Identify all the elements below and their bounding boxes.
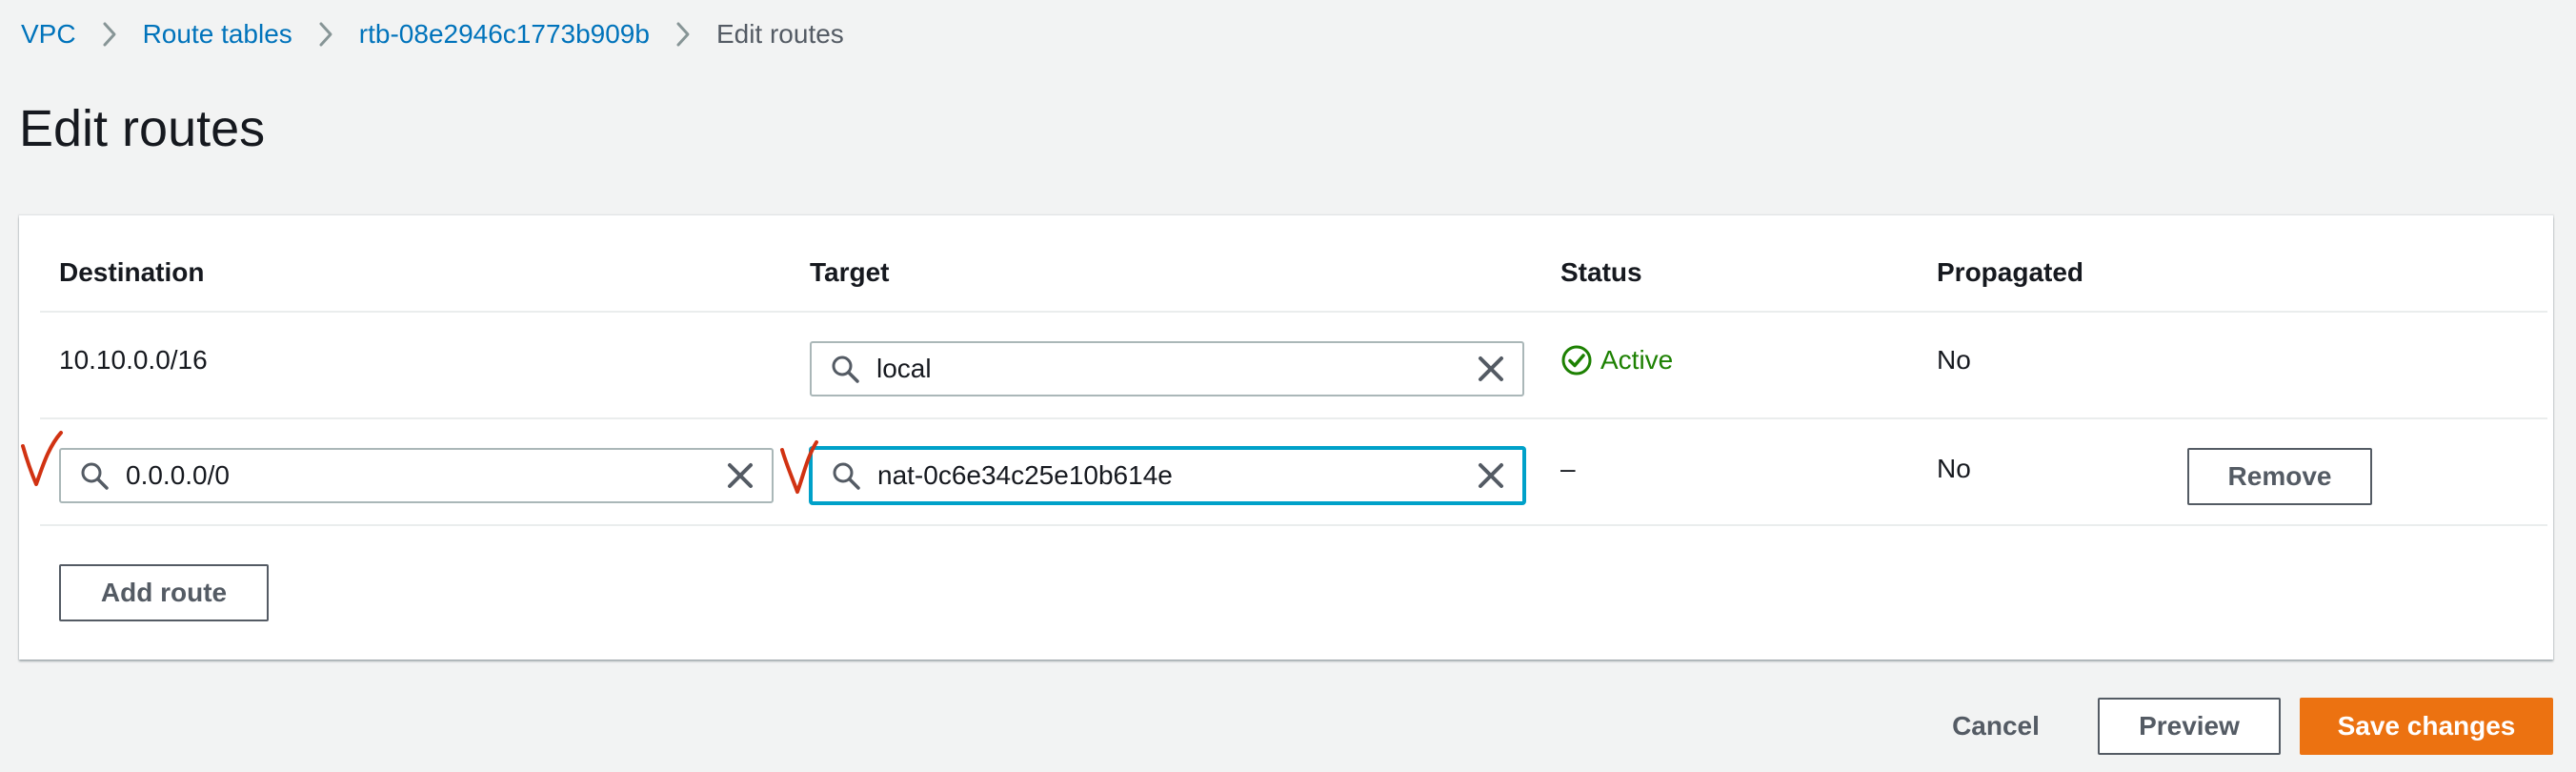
header-destination: Destination	[59, 257, 205, 287]
chevron-right-icon	[292, 17, 359, 51]
cancel-button[interactable]: Cancel	[1934, 698, 2058, 755]
header-propagated: Propagated	[1937, 257, 2084, 287]
target-input-value: nat-0c6e34c25e10b614e	[877, 460, 1173, 490]
target-input-value: local	[876, 354, 932, 383]
preview-button[interactable]: Preview	[2098, 698, 2281, 755]
close-icon[interactable]	[724, 459, 756, 492]
breadcrumb-current: Edit routes	[715, 19, 844, 49]
row-propagated: No	[1937, 345, 1971, 375]
target-input[interactable]: local	[810, 341, 1524, 396]
check-circle-icon	[1561, 345, 1592, 376]
table-divider	[40, 311, 2547, 313]
routes-table-card	[19, 215, 2553, 660]
breadcrumb-link-route-tables[interactable]: Route tables	[143, 17, 292, 51]
row-propagated: No	[1937, 454, 1971, 483]
header-target: Target	[810, 257, 890, 287]
search-icon	[81, 462, 109, 490]
save-changes-button[interactable]: Save changes	[2300, 698, 2553, 755]
chevron-right-icon	[650, 17, 716, 51]
remove-button[interactable]: Remove	[2187, 448, 2372, 505]
chevron-right-icon	[76, 17, 143, 51]
breadcrumb: VPC Route tables rtb-08e2946c1773b909b E…	[21, 17, 844, 51]
row-destination: 10.10.0.0/16	[59, 345, 208, 375]
table-divider	[40, 417, 2547, 419]
target-input[interactable]: nat-0c6e34c25e10b614e	[810, 447, 1525, 504]
breadcrumb-link-vpc[interactable]: VPC	[21, 17, 76, 51]
add-route-button[interactable]: Add route	[59, 564, 269, 621]
search-icon	[832, 356, 859, 383]
destination-input[interactable]: 0.0.0.0/0	[59, 448, 774, 503]
destination-input-value: 0.0.0.0/0	[126, 460, 230, 490]
header-status: Status	[1560, 257, 1642, 287]
row-status: –	[1560, 454, 1576, 483]
page-title: Edit routes	[19, 100, 266, 157]
breadcrumb-link-route-table-id[interactable]: rtb-08e2946c1773b909b	[359, 17, 650, 51]
close-icon[interactable]	[1475, 353, 1507, 385]
close-icon[interactable]	[1475, 459, 1507, 492]
table-divider	[40, 524, 2547, 526]
status-text: Active	[1600, 345, 1674, 375]
search-icon	[833, 462, 860, 490]
status-badge: Active	[1560, 343, 1673, 377]
